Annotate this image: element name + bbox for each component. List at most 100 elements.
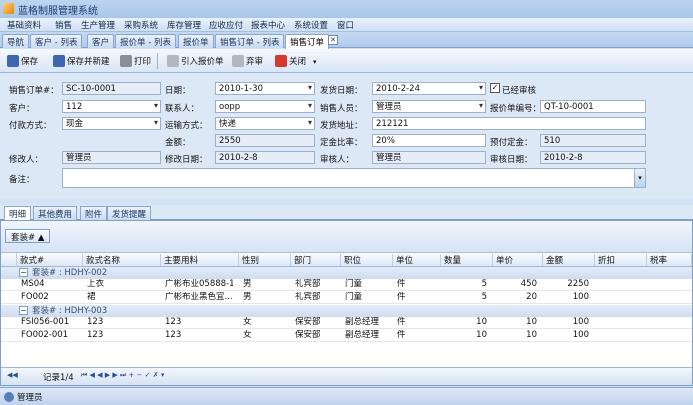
collapse-icon[interactable]: − (19, 268, 28, 277)
payment-select[interactable]: 现金 (62, 117, 161, 130)
table-cell[interactable]: 男 (243, 292, 285, 304)
table-cell[interactable]: 上衣 (87, 279, 155, 291)
table-cell[interactable]: FSI056-001 (21, 317, 77, 329)
table-cell[interactable]: 100 (547, 317, 589, 329)
tab-customer-list[interactable]: 客户 - 列表 (30, 34, 83, 48)
column-header[interactable]: 主要用料 (161, 254, 239, 266)
date-picker[interactable]: 2010-1-30 (215, 82, 315, 95)
table-cell[interactable]: 10 (445, 317, 487, 329)
audited-checkbox[interactable]: ✓ (490, 83, 500, 93)
table-cell[interactable]: 123 (87, 330, 155, 342)
column-header[interactable]: 性别 (239, 254, 291, 266)
save-button[interactable]: 保存 (4, 53, 41, 69)
group-row[interactable]: − 套装# : HDHY-002 (1, 267, 692, 279)
table-row[interactable]: FSI056-001 123 123 女保安部 副总经理件 10 10 100 (1, 317, 692, 329)
print-button[interactable]: 打印 (117, 53, 154, 69)
table-cell[interactable]: 礼宾部 (295, 279, 335, 291)
table-cell[interactable]: 5 (445, 292, 487, 304)
table-cell[interactable]: 20 (497, 292, 537, 304)
table-cell[interactable]: 件 (397, 279, 435, 291)
column-header[interactable]: 职位 (341, 254, 393, 266)
table-cell[interactable]: 保安部 (295, 330, 335, 342)
table-row[interactable]: FO002 裙广彬布业黑色宜... 男礼宾部 门童件 5 20 100 (1, 292, 692, 304)
menu-item-ar-ap[interactable]: 应收应付 (206, 19, 246, 31)
table-cell[interactable]: 裙 (87, 292, 155, 304)
tab-sales-order-list[interactable]: 销售订单 - 列表 (215, 34, 285, 48)
quote-no-field[interactable]: QT-10-0001 (540, 100, 646, 113)
column-header[interactable]: 单价 (493, 254, 543, 266)
table-cell[interactable]: 件 (397, 317, 435, 329)
menu-item-production[interactable]: 生产管理 (78, 19, 118, 31)
contact-select[interactable]: oopp (215, 100, 315, 113)
table-cell[interactable]: 100 (547, 292, 589, 304)
table-cell[interactable]: 广彬布业黑色宜... (165, 292, 233, 304)
tab-details[interactable]: 明细 (4, 206, 32, 220)
table-cell[interactable]: 副总经理 (345, 317, 387, 329)
table-cell[interactable]: MS04 (21, 279, 77, 291)
import-quote-button[interactable]: 引入报价单 (164, 53, 227, 69)
remark-expand-icon[interactable]: ▾ (634, 169, 645, 187)
table-row[interactable]: FO002-001 123 123 女保安部 副总经理件 10 10 100 (1, 330, 692, 342)
table-cell[interactable]: 门童 (345, 292, 387, 304)
ship-date-picker[interactable]: 2010-2-24 (372, 82, 486, 95)
table-cell[interactable] (651, 330, 686, 342)
nav-first-icon[interactable]: ◀◀ (7, 371, 18, 379)
tab-quote-list[interactable]: 报价单 - 列表 (115, 34, 176, 48)
column-header[interactable]: 税率 (647, 254, 692, 266)
tab-customer[interactable]: 客户 (87, 34, 115, 48)
column-header[interactable]: 款式名称 (83, 254, 161, 266)
menu-item-inventory[interactable]: 库存管理 (164, 19, 204, 31)
table-cell[interactable]: 123 (87, 317, 155, 329)
deposit-ratio-field[interactable]: 20% (372, 134, 486, 147)
table-row[interactable]: MS04 上衣广彬布业05888-1... 男礼宾部门童件5 450 2250 (1, 279, 692, 291)
unaudit-button[interactable]: 弃审 (229, 53, 266, 69)
table-cell[interactable]: 女 (243, 330, 285, 342)
salesman-select[interactable]: 管理员 (372, 100, 486, 113)
toolbar-overflow-icon[interactable]: ▾ (313, 58, 317, 66)
table-cell[interactable]: 123 (165, 317, 233, 329)
table-cell[interactable] (599, 292, 641, 304)
close-button[interactable]: 关闭 (272, 53, 309, 69)
table-cell[interactable]: FO002 (21, 292, 77, 304)
table-cell[interactable] (599, 279, 641, 291)
close-tab-icon[interactable]: ✕ (328, 35, 338, 45)
table-cell[interactable] (599, 330, 641, 342)
table-cell[interactable] (651, 292, 686, 304)
table-cell[interactable]: 2250 (547, 279, 589, 291)
table-cell[interactable]: 件 (397, 292, 435, 304)
table-cell[interactable]: 5 (445, 279, 487, 291)
table-cell[interactable] (651, 279, 686, 291)
column-header[interactable]: 数量 (441, 254, 493, 266)
table-cell[interactable]: 礼宾部 (295, 292, 335, 304)
menu-item-reports[interactable]: 报表中心 (248, 19, 288, 31)
table-cell[interactable]: 广彬布业05888-1... (165, 279, 233, 291)
group-chip-suit[interactable]: 套装# ▲ (5, 229, 51, 243)
menu-item-sales[interactable]: 销售 (52, 19, 75, 31)
table-cell[interactable] (651, 317, 686, 329)
column-header[interactable]: 金额 (543, 254, 595, 266)
column-header[interactable]: 款式# (17, 254, 83, 266)
nav-buttons[interactable]: ⏮ ◀ ◀ ▶ ▶ ⏭ + − ✓ ✗ ▾ (81, 371, 164, 380)
tab-ship-reminder[interactable]: 发货提醒 (107, 206, 152, 220)
menu-item-basic[interactable]: 基础资料 (4, 19, 44, 31)
table-cell[interactable]: 门童 (345, 279, 387, 291)
tab-quote[interactable]: 报价单 (178, 34, 214, 48)
tab-attachments[interactable]: 附件 (80, 206, 108, 220)
column-header[interactable]: 单位 (393, 254, 441, 266)
order-no-field[interactable]: SC-10-0001 (62, 82, 161, 95)
save-new-button[interactable]: 保存并新建 (50, 53, 113, 69)
table-cell[interactable]: 保安部 (295, 317, 335, 329)
table-cell[interactable]: 女 (243, 317, 285, 329)
column-header[interactable]: 部门 (291, 254, 341, 266)
group-row[interactable]: − 套装# : HDHY-003 (1, 305, 692, 317)
table-cell[interactable]: 10 (497, 330, 537, 342)
column-header[interactable]: 折扣 (595, 254, 647, 266)
table-cell[interactable]: 10 (445, 330, 487, 342)
tab-sales-order[interactable]: 销售订单 (285, 34, 330, 49)
table-cell[interactable]: 450 (497, 279, 537, 291)
table-cell[interactable]: 副总经理 (345, 330, 387, 342)
menu-item-window[interactable]: 窗口 (334, 19, 357, 31)
menu-item-purchase[interactable]: 采购系统 (121, 19, 161, 31)
table-cell[interactable]: 件 (397, 330, 435, 342)
table-cell[interactable]: 男 (243, 279, 285, 291)
